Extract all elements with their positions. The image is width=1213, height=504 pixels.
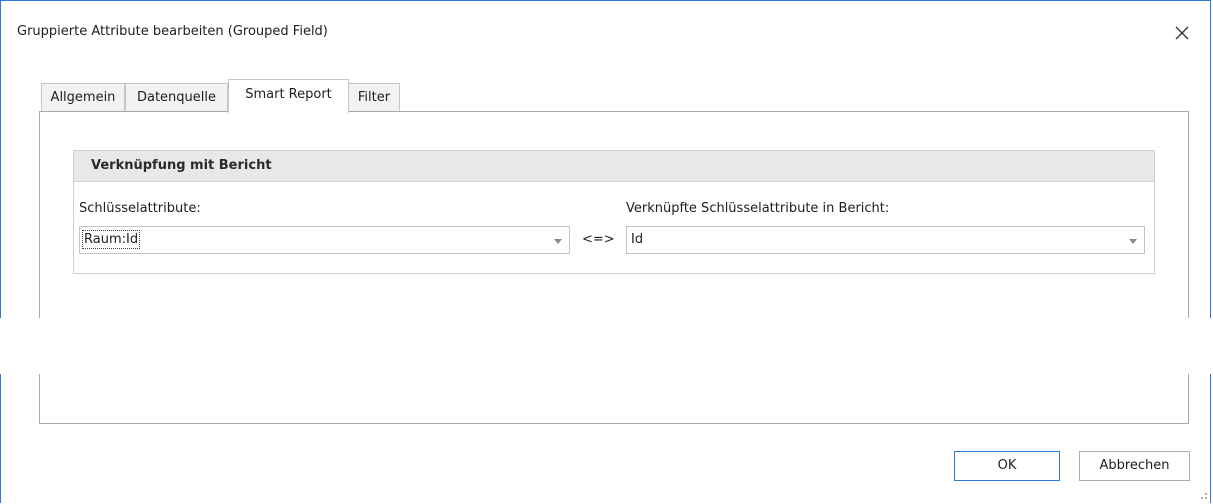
cancel-button[interactable]: Abbrechen [1079, 451, 1190, 481]
key-attributes-combo[interactable]: Raum:Id [79, 226, 570, 254]
close-button[interactable] [1167, 18, 1197, 48]
tab-datenquelle[interactable]: Datenquelle [125, 83, 228, 111]
tab-allgemein[interactable]: Allgemein [41, 83, 125, 111]
dialog-window: Gruppierte Attribute bearbeiten (Grouped… [0, 0, 1211, 503]
title-bar: Gruppierte Attribute bearbeiten (Grouped… [1, 1, 1212, 63]
blank-band [0, 318, 1213, 374]
linked-key-attributes-value: Id [631, 232, 644, 247]
tab-filter[interactable]: Filter [348, 83, 400, 111]
key-attributes-label: Schlüsselattribute: [79, 201, 201, 216]
resize-grip-icon[interactable] [1201, 493, 1207, 499]
key-attributes-value: Raum:Id [81, 230, 141, 249]
linked-key-attributes-label: Verknüpfte Schlüsselattribute in Bericht… [626, 201, 890, 216]
window-title: Gruppierte Attribute bearbeiten (Grouped… [17, 24, 328, 39]
tab-smart-report[interactable]: Smart Report [228, 79, 349, 113]
chevron-down-icon [1129, 239, 1137, 244]
ok-button[interactable]: OK [954, 451, 1060, 481]
tab-panel-smart-report: Verknüpfung mit Bericht Schlüsselattribu… [39, 111, 1189, 424]
linked-key-attributes-combo[interactable]: Id [626, 226, 1145, 254]
link-operator: <=> [582, 232, 615, 247]
group-header: Verknüpfung mit Bericht [74, 151, 1154, 182]
link-report-group: Verknüpfung mit Bericht Schlüsselattribu… [73, 150, 1155, 274]
close-icon [1175, 26, 1189, 40]
group-title: Verknüpfung mit Bericht [91, 158, 272, 173]
chevron-down-icon [554, 239, 562, 244]
